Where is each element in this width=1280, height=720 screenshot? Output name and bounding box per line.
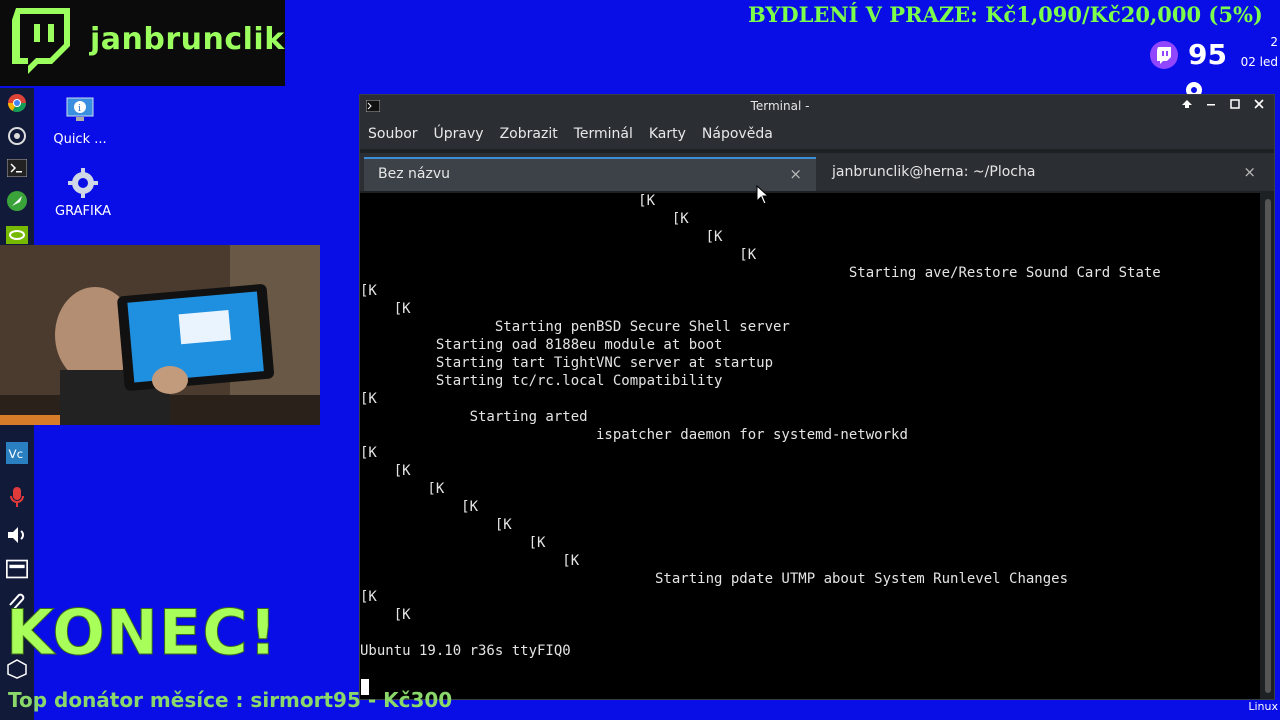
menu-terminal[interactable]: Terminál	[574, 126, 633, 142]
twitch-badge: janbrunclik	[0, 0, 285, 86]
svg-text:Vc: Vc	[9, 447, 24, 461]
terminal-line: [K	[360, 229, 723, 245]
terminal-line: [K	[360, 193, 656, 209]
terminal-line: Starting ave/Restore Sound Card State	[360, 265, 1161, 281]
settings-wheel-icon[interactable]	[6, 125, 28, 147]
mouse-pointer-icon	[756, 185, 770, 205]
clock: 2 02 led	[1241, 32, 1278, 72]
microphone-icon[interactable]	[6, 486, 28, 508]
minimize-button[interactable]	[1202, 98, 1220, 116]
terminal-line: [K	[360, 535, 546, 551]
tab-label: janbrunclik@herna: ~/Plocha	[832, 164, 1036, 180]
terminal-line: [K	[360, 481, 445, 497]
gear-icon	[68, 168, 98, 198]
tab-plocha[interactable]: janbrunclik@herna: ~/Plocha ×	[818, 157, 1270, 189]
maximize-button[interactable]	[1226, 98, 1244, 116]
terminal-line: Starting arted	[360, 409, 588, 425]
menu-karty[interactable]: Karty	[649, 126, 686, 142]
terminal-icon[interactable]	[6, 157, 28, 179]
window-titlebar[interactable]: Terminal -	[360, 95, 1274, 119]
channel-name: janbrunclik	[90, 22, 285, 57]
minimize-icon	[1207, 104, 1215, 106]
terminal-line: [K	[360, 211, 689, 227]
arrow-up-icon	[1182, 100, 1192, 108]
desktop-icon-label: GRAFIKA	[55, 204, 111, 219]
tab-close-icon[interactable]: ×	[789, 165, 802, 183]
terminal-line: [K	[360, 607, 411, 623]
terminal-line: [K	[360, 553, 580, 569]
keep-above-button[interactable]	[1178, 98, 1196, 116]
svg-text:i: i	[78, 104, 81, 114]
terminal-line: Ubuntu 19.10 r36s ttyFIQ0	[360, 643, 571, 659]
terminal-line: [K	[360, 517, 512, 533]
menu-napoveda[interactable]: Nápověda	[702, 126, 773, 142]
menu-upravy[interactable]: Úpravy	[434, 126, 484, 142]
donation-goal-banner: BYDLENÍ V PRAZE: Kč1,090/Kč20,000 (5%)	[748, 2, 1263, 27]
clock-time: 2	[1270, 35, 1278, 49]
info-monitor-icon: i	[65, 96, 95, 126]
network-icon[interactable]	[6, 558, 28, 580]
tab-bez-nazvu[interactable]: Bez názvu ×	[364, 157, 816, 191]
menu-bar: Soubor Úpravy Zobrazit Terminál Karty Ná…	[360, 119, 1274, 149]
terminal-line: [K	[360, 247, 757, 263]
clock-date: 02 led	[1240, 55, 1278, 69]
menu-soubor[interactable]: Soubor	[368, 126, 418, 142]
tab-close-icon[interactable]: ×	[1243, 163, 1256, 181]
terminal-line: Starting tart TightVNC server at startup	[360, 355, 774, 371]
terminal-line: [K	[360, 391, 377, 407]
desktop-icon-quick[interactable]: i Quick ...	[40, 96, 120, 147]
tab-bar: Bez názvu × janbrunclik@herna: ~/Plocha …	[360, 153, 1274, 191]
webcam-feed	[0, 245, 320, 425]
terminal-line: Starting penBSD Secure Shell server	[360, 319, 790, 335]
terminal-window: Terminal - Soubor Úpravy Zobrazit Termin…	[359, 94, 1275, 700]
terminal-line: [K	[360, 301, 411, 317]
terminal-line: Starting oad 8188eu module at boot	[360, 337, 723, 353]
twitch-viewer-icon	[1150, 40, 1178, 69]
close-icon	[1254, 99, 1264, 109]
nvidia-icon[interactable]	[6, 224, 28, 246]
close-button[interactable]	[1250, 98, 1268, 116]
rocket-icon[interactable]	[6, 190, 28, 212]
window-title: Terminal -	[750, 99, 810, 113]
scrollbar-thumb[interactable]	[1265, 199, 1271, 693]
terminal-line: [K	[360, 499, 479, 515]
speaker-icon[interactable]	[6, 524, 28, 546]
terminal-line: [K	[360, 463, 411, 479]
tab-label: Bez názvu	[378, 166, 450, 182]
top-donor-text: Top donátor měsíce : sirmort95 - Kč300	[8, 688, 453, 712]
chrome-icon[interactable]	[6, 92, 28, 114]
terminal-line: Starting tc/rc.local Compatibility	[360, 373, 723, 389]
desktop-icon-grafika[interactable]: GRAFIKA	[43, 168, 123, 219]
terminal-scrollbar[interactable]	[1262, 193, 1274, 699]
terminal-line: [K	[360, 589, 377, 605]
maximize-icon	[1230, 99, 1240, 109]
twitch-logo-icon	[12, 8, 70, 74]
konec-overlay: KONEC!	[6, 596, 278, 670]
terminal-line: [K	[360, 283, 377, 299]
viewer-counter: 95	[1150, 38, 1227, 71]
tray-label: Linux	[1248, 700, 1278, 713]
terminal-line: [K	[360, 445, 377, 461]
menu-zobrazit[interactable]: Zobrazit	[500, 126, 558, 142]
terminal-output[interactable]: [K [K [K [K Starting ave/Restore Sound C…	[360, 193, 1260, 699]
viewer-count: 95	[1188, 38, 1227, 71]
desktop-icon-label: Quick ...	[53, 132, 107, 147]
vscode-icon[interactable]: Vc	[6, 442, 28, 464]
terminal-line: ispatcher daemon for systemd-networkd	[360, 427, 908, 443]
terminal-line: Starting pdate UTMP about System Runleve…	[360, 571, 1069, 587]
